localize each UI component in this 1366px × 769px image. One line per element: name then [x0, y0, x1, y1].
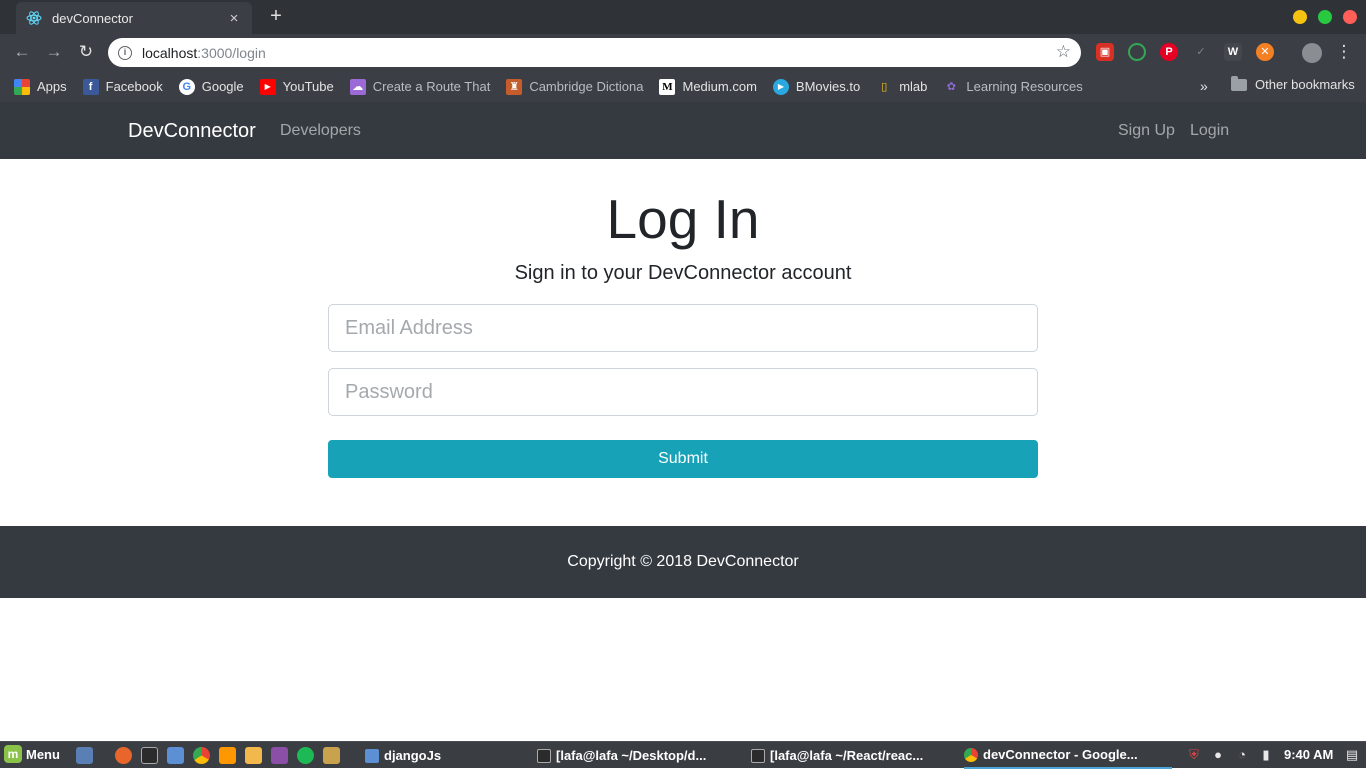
email-field[interactable]: [328, 304, 1038, 352]
task-chrome-devconnector[interactable]: devConnector - Google...: [964, 742, 1172, 769]
notes-icon[interactable]: [245, 747, 262, 764]
bookmark-create-route[interactable]: ☁ Create a Route That: [349, 78, 490, 95]
copyright-text: Copyright © 2018 DevConnector: [567, 553, 799, 570]
extension-dark-icon[interactable]: W: [1224, 43, 1242, 61]
minimize-button[interactable]: [1293, 10, 1307, 24]
user-icon[interactable]: ●: [1210, 747, 1226, 763]
cambridge-icon: ♜: [506, 78, 523, 95]
terminal-icon[interactable]: [141, 747, 158, 764]
task-djangojs[interactable]: djangoJs: [365, 742, 441, 769]
browser-tab[interactable]: devConnector ×: [16, 2, 252, 34]
other-bookmarks[interactable]: Other bookmarks: [1231, 75, 1355, 92]
show-desktop-icon[interactable]: [76, 747, 93, 764]
forward-arrow-icon[interactable]: →: [42, 41, 66, 65]
url-host: localhost: [142, 44, 198, 61]
bookmark-facebook[interactable]: f Facebook: [82, 78, 163, 95]
start-menu-button[interactable]: m Menu: [4, 745, 60, 763]
url-path: :3000/login: [197, 44, 266, 61]
task-terminal-desktop[interactable]: [lafa@lafa ~/Desktop/d...: [537, 742, 706, 769]
tab-close-icon[interactable]: ×: [226, 10, 242, 27]
chrome-icon[interactable]: [193, 747, 210, 764]
bookmark-google[interactable]: G Google: [178, 78, 244, 95]
folder-icon: [365, 748, 379, 763]
video-icon[interactable]: [271, 747, 288, 764]
image-viewer-icon[interactable]: [323, 747, 340, 764]
folder-icon: [1231, 75, 1247, 91]
apps-grid-icon: [14, 78, 30, 95]
address-bar[interactable]: i localhost:3000/login ☆: [108, 38, 1081, 67]
medium-icon: M: [659, 78, 676, 95]
nav-developers-link[interactable]: Developers: [280, 122, 361, 140]
google-icon: G: [178, 78, 195, 95]
page-title: Log In: [606, 188, 760, 250]
checkmark-icon[interactable]: ✓: [1192, 43, 1210, 61]
terminal-icon: [537, 748, 551, 763]
submit-button[interactable]: Submit: [328, 440, 1038, 478]
bookmark-youtube[interactable]: ▶ YouTube: [259, 78, 334, 95]
bookmark-medium[interactable]: M Medium.com: [659, 78, 757, 95]
more-bookmarks-button[interactable]: »: [1200, 78, 1208, 94]
facebook-icon: f: [82, 78, 99, 95]
bookmark-star-icon[interactable]: ☆: [1056, 42, 1071, 62]
notifications-icon[interactable]: ▤: [1344, 747, 1360, 763]
back-arrow-icon[interactable]: ←: [10, 41, 34, 65]
reload-icon[interactable]: ↻: [74, 41, 98, 65]
extension-orange-icon[interactable]: ✕: [1256, 43, 1274, 61]
bookmark-mlab[interactable]: ▯ mlab: [876, 79, 927, 95]
bookmark-cambridge[interactable]: ♜ Cambridge Dictiona: [506, 78, 643, 95]
maximize-button[interactable]: [1318, 10, 1332, 24]
chrome-icon: [964, 747, 978, 762]
nav-signup-link[interactable]: Sign Up: [1118, 122, 1175, 140]
browser-menu-icon[interactable]: ⋮: [1332, 41, 1356, 65]
battery-icon[interactable]: ▮: [1258, 747, 1274, 763]
bookmark-learning-resources[interactable]: ✿ Learning Resources: [943, 79, 1083, 95]
firefox-icon[interactable]: [115, 747, 132, 764]
files-icon[interactable]: [167, 747, 184, 764]
clock: 9:40 AM: [1284, 747, 1334, 762]
learning-icon: ✿: [946, 80, 957, 93]
os-taskbar: m Menu djangoJs [lafa@lafa ~/Desktop/d..…: [0, 741, 1366, 769]
sublime-icon[interactable]: [219, 747, 236, 764]
login-section: Log In Sign in to your DevConnector acco…: [0, 159, 1366, 526]
new-tab-button[interactable]: +: [264, 5, 288, 29]
password-field[interactable]: [328, 368, 1038, 416]
browser-toolbar: ← → ↻ i localhost:3000/login ☆ ▣ P ✓ W ✕…: [0, 34, 1366, 71]
page-lead: Sign in to your DevConnector account: [514, 262, 852, 284]
close-window-button[interactable]: [1343, 10, 1357, 24]
task-terminal-react[interactable]: [lafa@lafa ~/React/reac...: [751, 742, 923, 769]
play-icon: ▶: [772, 78, 789, 95]
info-icon[interactable]: i: [118, 45, 132, 60]
spotify-icon[interactable]: [297, 747, 314, 764]
mint-logo-icon: m: [4, 745, 22, 763]
shield-icon[interactable]: ⛨: [1186, 747, 1202, 763]
extension-icon[interactable]: ▣: [1096, 43, 1114, 61]
bookmark-apps[interactable]: Apps: [14, 78, 67, 95]
bookmarks-bar: Apps f Facebook G Google ▶ YouTube ☁ Cre…: [0, 71, 1366, 102]
react-favicon-icon: [26, 10, 42, 26]
mlab-icon: ▯: [881, 80, 888, 93]
tab-title: devConnector: [52, 10, 133, 26]
extension-ring-icon[interactable]: [1128, 43, 1146, 61]
youtube-icon: ▶: [259, 78, 276, 95]
cloud-icon: ☁: [349, 78, 366, 95]
app-navbar: DevConnector Developers Sign Up Login: [0, 102, 1366, 159]
profile-avatar[interactable]: [1302, 43, 1322, 63]
browser-tab-bar: devConnector × +: [0, 0, 1366, 34]
nav-login-link[interactable]: Login: [1190, 122, 1229, 140]
pinterest-icon[interactable]: P: [1160, 43, 1178, 61]
bookmark-bmovies[interactable]: ▶ BMovies.to: [772, 78, 860, 95]
wifi-icon[interactable]: ◔: [1234, 747, 1250, 763]
brand-link[interactable]: DevConnector: [128, 120, 256, 143]
footer: Copyright © 2018 DevConnector: [0, 526, 1366, 598]
terminal-icon: [751, 748, 765, 763]
